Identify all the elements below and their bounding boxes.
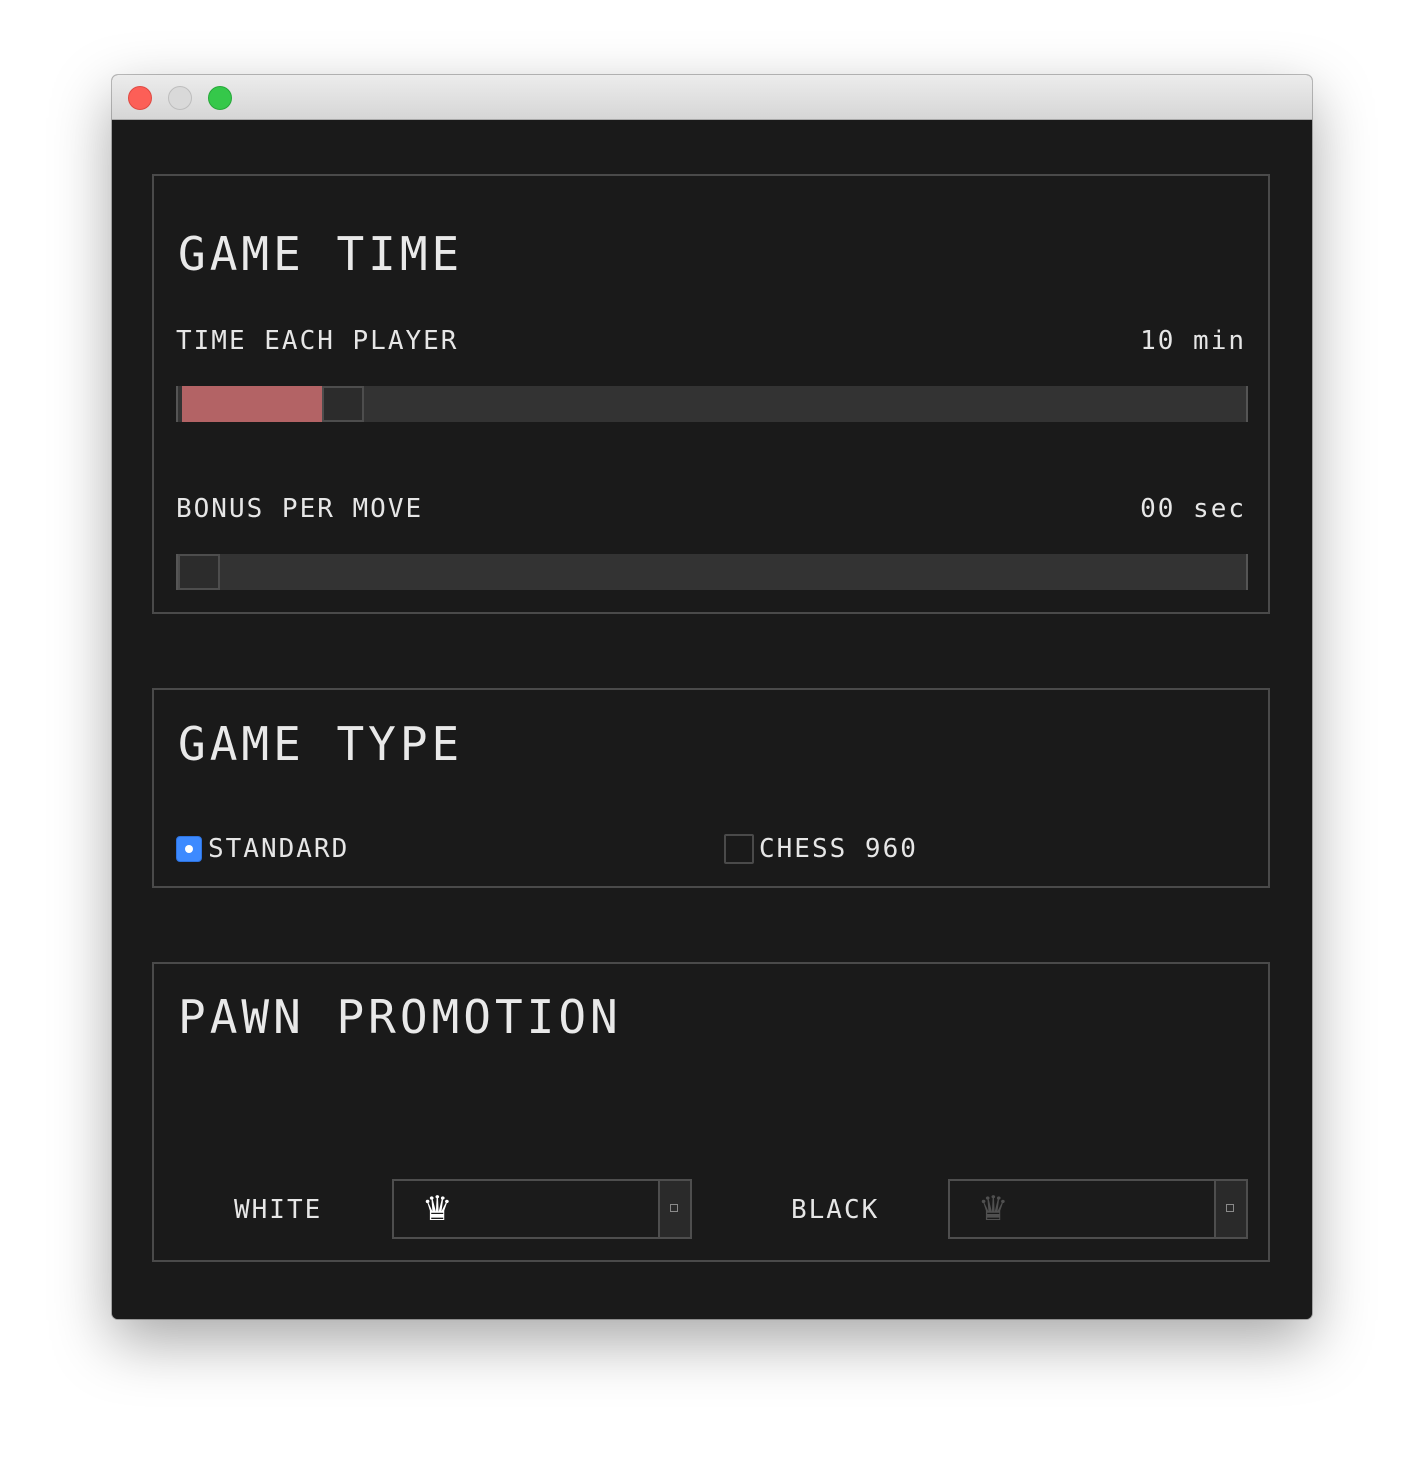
standard-label[interactable]: STANDARD bbox=[208, 836, 349, 862]
black-promotion-dropdown[interactable]: ♛ bbox=[948, 1179, 1248, 1239]
time-each-player-value: 10 min bbox=[1140, 326, 1246, 356]
black-label: BLACK bbox=[791, 1195, 880, 1225]
minimize-window-button[interactable] bbox=[168, 86, 192, 110]
white-promotion-dropdown[interactable]: ♛ bbox=[392, 1179, 692, 1239]
pawn-promotion-title: PAWN PROMOTION bbox=[178, 990, 622, 1044]
dropdown-arrow-icon[interactable] bbox=[1214, 1181, 1246, 1237]
slider-fill bbox=[182, 386, 330, 422]
game-time-title: GAME TIME bbox=[178, 227, 464, 281]
title-bar[interactable] bbox=[112, 75, 1312, 120]
standard-radio[interactable] bbox=[176, 836, 202, 862]
white-queen-icon: ♛ bbox=[422, 1189, 453, 1229]
black-queen-icon: ♛ bbox=[978, 1189, 1009, 1229]
game-type-title: GAME TYPE bbox=[178, 717, 464, 771]
pawn-promotion-panel: PAWN PROMOTION WHITE ♛ BLACK ♛ bbox=[152, 962, 1270, 1262]
bonus-per-move-slider[interactable] bbox=[176, 554, 1248, 590]
game-type-panel: GAME TYPE STANDARD CHESS 960 bbox=[152, 688, 1270, 888]
time-each-player-slider[interactable] bbox=[176, 386, 1248, 422]
close-window-button[interactable] bbox=[128, 86, 152, 110]
app-window: GAME TIME TIME EACH PLAYER 10 min BONUS … bbox=[112, 75, 1312, 1319]
game-time-panel: GAME TIME TIME EACH PLAYER 10 min BONUS … bbox=[152, 174, 1270, 614]
white-label: WHITE bbox=[234, 1195, 323, 1225]
time-each-player-label: TIME EACH PLAYER bbox=[176, 326, 459, 356]
settings-content: GAME TIME TIME EACH PLAYER 10 min BONUS … bbox=[112, 121, 1312, 1319]
zoom-window-button[interactable] bbox=[208, 86, 232, 110]
time-each-player-slider-thumb[interactable] bbox=[322, 386, 364, 422]
chess-960-radio[interactable] bbox=[724, 834, 754, 864]
bonus-per-move-slider-thumb[interactable] bbox=[178, 554, 220, 590]
dropdown-arrow-icon[interactable] bbox=[658, 1181, 690, 1237]
bonus-per-move-value: 00 sec bbox=[1140, 494, 1246, 524]
bonus-per-move-label: BONUS PER MOVE bbox=[176, 494, 424, 524]
chess-960-label[interactable]: CHESS 960 bbox=[759, 836, 918, 862]
